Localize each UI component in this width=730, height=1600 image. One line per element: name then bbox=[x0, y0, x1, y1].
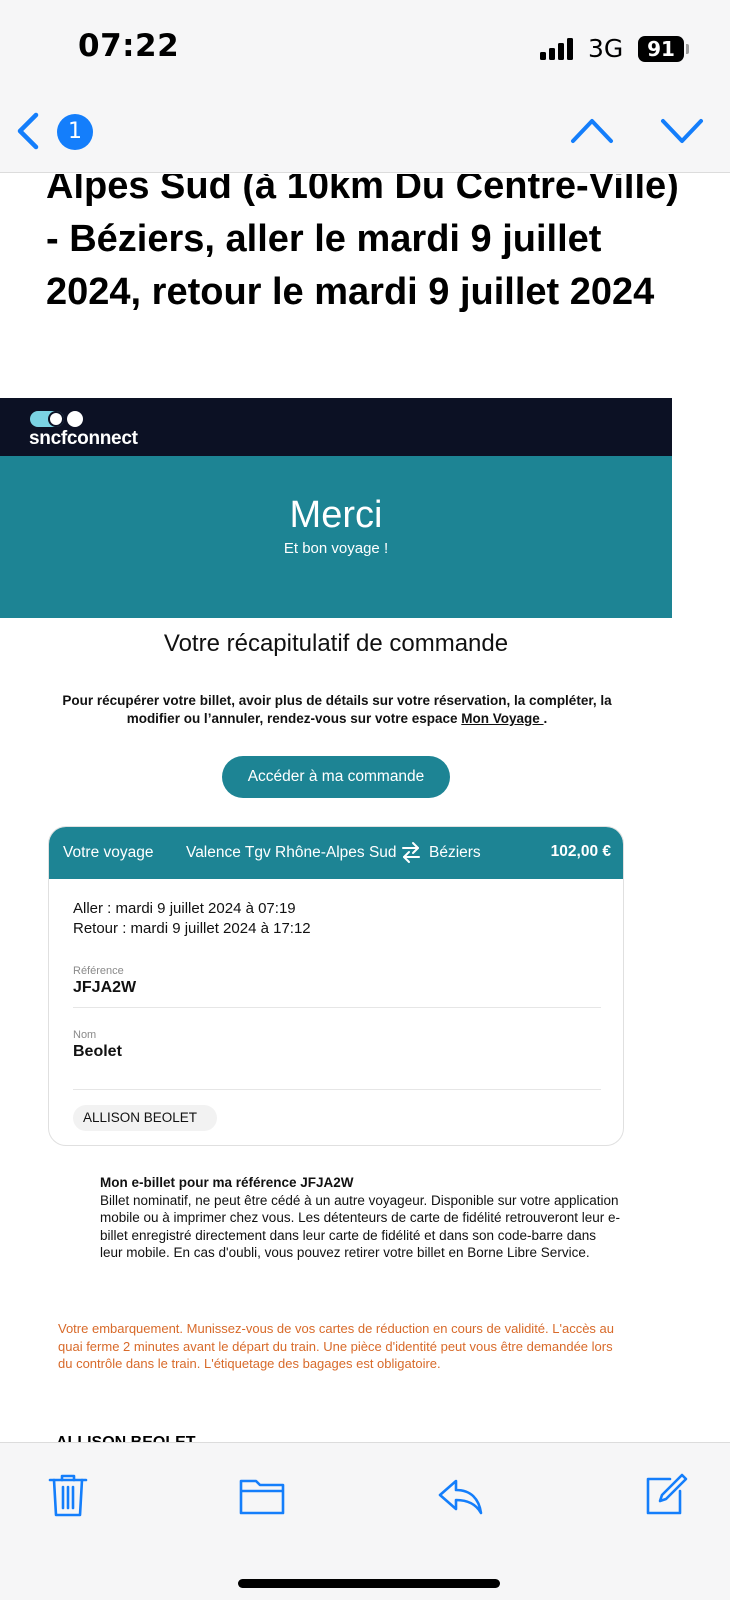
hero-title: Merci bbox=[289, 494, 383, 536]
trash-icon[interactable] bbox=[44, 1471, 92, 1519]
round-trip-icon bbox=[402, 842, 420, 863]
boarding-notice: Votre embarquement. Munissez-vous de vos… bbox=[58, 1321, 615, 1371]
mail-nav-bar: 1 bbox=[0, 95, 730, 173]
hero-subtitle: Et bon voyage ! bbox=[283, 540, 389, 557]
brand-header: sncfconnect bbox=[0, 398, 672, 456]
battery-tip bbox=[686, 44, 689, 54]
reply-icon[interactable] bbox=[436, 1471, 484, 1519]
compose-icon[interactable] bbox=[640, 1471, 688, 1519]
home-indicator bbox=[238, 1579, 500, 1588]
card-divider bbox=[73, 1089, 601, 1090]
email-subject: Alpes Sud (à 10km Du Centre-Ville) - Béz… bbox=[46, 174, 679, 313]
recap-title: Votre récapitulatif de commande bbox=[163, 630, 509, 657]
email-subject-area: Alpes Sud (à 10km Du Centre-Ville) - Béz… bbox=[0, 174, 730, 384]
trip-destination: Béziers bbox=[429, 844, 481, 861]
battery-icon: 91 bbox=[638, 36, 684, 62]
trip-card-header: Votre voyage Valence Tgv Rhône-Alpes Sud… bbox=[49, 827, 623, 879]
outbound-date: Aller : mardi 9 juillet 2024 à 07:19 bbox=[73, 900, 296, 917]
folder-icon[interactable] bbox=[238, 1471, 286, 1519]
trip-origin: Valence Tgv Rhône-Alpes Sud bbox=[186, 844, 397, 861]
passenger-chip: ALLISON BEOLET bbox=[73, 1105, 218, 1131]
network-type: 3G bbox=[588, 34, 624, 63]
unread-count-badge[interactable]: 1 bbox=[57, 114, 93, 150]
brand-name: sncfconnect bbox=[29, 428, 138, 449]
trip-price: 102,00 € bbox=[550, 843, 611, 860]
hero-banner: Merci Et bon voyage ! bbox=[0, 456, 672, 618]
status-bar: 07:22 3G 91 bbox=[0, 0, 730, 95]
name-label: Nom bbox=[73, 1029, 97, 1041]
next-message-icon[interactable] bbox=[660, 115, 704, 145]
return-date: Retour : mardi 9 juillet 2024 à 17:12 bbox=[73, 920, 311, 937]
signal-icon bbox=[540, 38, 578, 60]
sncf-logo-icon bbox=[30, 411, 83, 427]
status-time: 07:22 bbox=[78, 28, 180, 64]
eticket-title: Mon e-billet pour ma référence JFJA2W bbox=[100, 1175, 354, 1190]
reference-label: Référence bbox=[73, 965, 124, 977]
eticket-info: Mon e-billet pour ma référence JFJA2W Bi… bbox=[100, 1174, 620, 1262]
access-order-button[interactable]: Accéder à ma commande bbox=[222, 756, 450, 798]
mail-toolbar bbox=[0, 1442, 730, 1600]
recap-intro-end: . bbox=[543, 711, 548, 726]
trip-label: Votre voyage bbox=[63, 844, 154, 861]
mon-voyage-link[interactable]: Mon Voyage bbox=[461, 711, 543, 726]
recap-intro: Pour récupérer votre billet, avoir plus … bbox=[52, 692, 622, 728]
eticket-body: Billet nominatif, ne peut être cédé à un… bbox=[100, 1192, 621, 1261]
name-value: Beolet bbox=[73, 1043, 122, 1060]
back-chevron-icon[interactable] bbox=[14, 111, 44, 151]
card-divider bbox=[73, 1007, 601, 1008]
reference-value: JFJA2W bbox=[73, 979, 137, 996]
previous-message-icon[interactable] bbox=[570, 115, 614, 145]
trip-dates: Aller : mardi 9 juillet 2024 à 07:19 Ret… bbox=[73, 899, 311, 939]
trip-card: Votre voyage Valence Tgv Rhône-Alpes Sud… bbox=[48, 826, 624, 1146]
